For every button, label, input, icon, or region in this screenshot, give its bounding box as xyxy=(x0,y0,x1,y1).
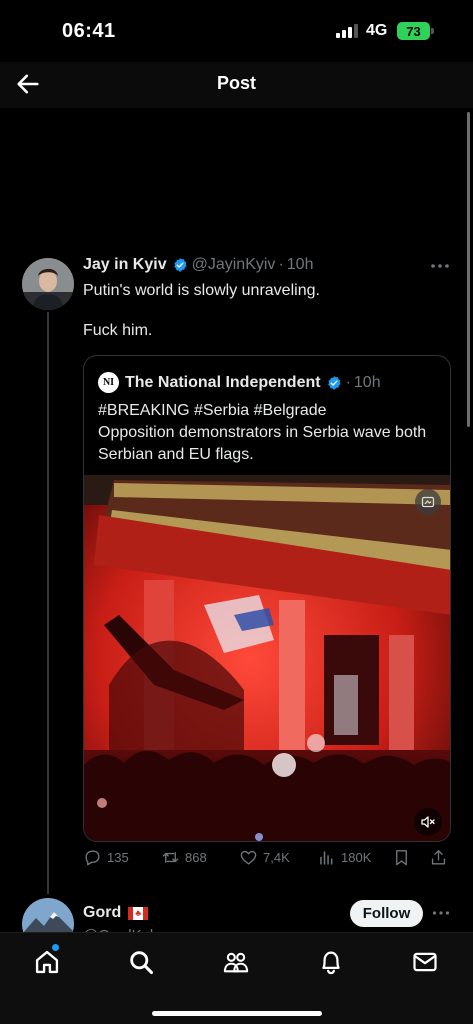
page-title: Post xyxy=(216,73,256,93)
tweet-author-line: Jay in Kyiv @JayinKyiv · 10h xyxy=(83,256,313,274)
messages-icon[interactable] xyxy=(411,948,439,976)
signal-icon xyxy=(336,24,358,38)
quote-body: Opposition demonstrators in Serbia wave … xyxy=(98,424,427,463)
network-type: 4G xyxy=(366,22,388,39)
bookmark-icon xyxy=(396,850,407,866)
battery-icon: 73 xyxy=(397,22,430,40)
like-button[interactable]: 7,4K xyxy=(239,848,290,867)
quote-time: 10h xyxy=(353,373,381,391)
search-icon[interactable] xyxy=(127,948,155,976)
publisher-logo-icon: NI xyxy=(98,372,119,393)
verified-badge-icon xyxy=(327,375,341,390)
separator-dot: · xyxy=(345,373,351,391)
heart-icon xyxy=(240,850,257,865)
next-author-line: Gord ♣ xyxy=(83,904,149,922)
reply-button[interactable]: 135 xyxy=(83,848,129,867)
tweet-text-line: Putin's world is slowly unraveling. xyxy=(83,282,320,299)
verified-badge-icon xyxy=(173,258,187,272)
share-icon xyxy=(431,850,446,865)
tweet-actions: 135 868 7,4K 180K xyxy=(83,848,453,872)
communities-icon[interactable] xyxy=(222,948,250,976)
reply-count: 135 xyxy=(107,850,129,865)
separator-dot: · xyxy=(278,256,284,273)
author-name[interactable]: Gord xyxy=(83,904,121,922)
avatar[interactable] xyxy=(22,258,74,310)
tweet-text-line: Fuck him. xyxy=(83,322,153,339)
repost-count: 868 xyxy=(185,850,207,865)
home-indicator[interactable] xyxy=(152,1011,322,1016)
repost-icon xyxy=(162,852,179,863)
quote-hashtags[interactable]: #BREAKING #Serbia #Belgrade xyxy=(98,400,443,422)
notification-dot xyxy=(52,944,59,951)
quote-text: #BREAKING #Serbia #Belgrade Opposition d… xyxy=(98,400,443,466)
tweet-text: Putin's world is slowly unraveling. Fuck… xyxy=(83,281,443,361)
mute-toggle-button[interactable] xyxy=(414,808,442,836)
notifications-icon[interactable] xyxy=(317,948,345,976)
scroll-indicator[interactable] xyxy=(467,112,470,427)
like-count: 7,4K xyxy=(263,850,290,865)
video-badge-icon xyxy=(415,489,441,515)
canada-flag-icon: ♣ xyxy=(128,906,149,920)
quote-author-line: NI The National Independent · 10h xyxy=(98,372,381,393)
battery-tip xyxy=(431,28,434,34)
share-button[interactable] xyxy=(429,848,453,867)
protest-video-frame xyxy=(84,475,450,841)
top-bar: Post xyxy=(0,62,473,108)
volume-muted-icon xyxy=(421,816,435,828)
status-bar: 06:41 4G 73 xyxy=(0,0,473,62)
view-count: 180K xyxy=(341,850,372,865)
status-time: 06:41 xyxy=(62,20,116,42)
bottom-nav xyxy=(0,932,473,1024)
views-button[interactable]: 180K xyxy=(317,848,371,867)
thread-line xyxy=(47,312,49,894)
home-icon[interactable] xyxy=(33,948,61,976)
quote-author-name[interactable]: The National Independent xyxy=(125,374,321,392)
author-name[interactable]: Jay in Kyiv xyxy=(83,256,167,274)
repost-button[interactable]: 868 xyxy=(161,848,207,867)
author-handle[interactable]: @JayinKyiv xyxy=(192,256,276,274)
bookmark-button[interactable] xyxy=(392,848,416,867)
more-horizontal-icon[interactable] xyxy=(432,909,450,917)
quoted-post-card[interactable]: NI The National Independent · 10h #BREAK… xyxy=(83,355,451,842)
analytics-icon xyxy=(320,851,333,865)
reply-icon xyxy=(85,850,100,866)
avatar-image xyxy=(22,258,74,310)
more-horizontal-icon[interactable] xyxy=(430,261,450,271)
video-media[interactable] xyxy=(84,475,450,841)
follow-button[interactable]: Follow xyxy=(350,900,423,927)
tweet-time[interactable]: 10h xyxy=(287,256,314,274)
